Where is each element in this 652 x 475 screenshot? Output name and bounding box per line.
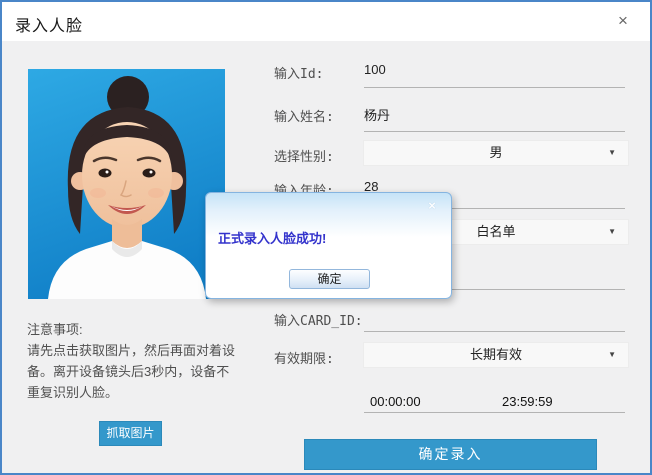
portrait-photo-image [28,69,225,299]
gender-select-value: 男 [489,145,502,160]
success-dialog: × 正式录入人脸成功! 确定 [205,192,452,299]
notes-line: 重复识别人脸。 [27,382,252,403]
time-underline [364,412,625,413]
list-type-select-value: 白名单 [476,224,515,239]
titlebar: 录入人脸 × [2,2,650,41]
validity-select-value: 长期有效 [470,347,522,362]
time-end-input[interactable]: 23:59:59 [502,394,553,409]
dialog-message: 正式录入人脸成功! [218,228,326,247]
id-input-underline [364,87,625,88]
confirm-enroll-button[interactable]: 确定录入 [304,439,597,470]
window-close-icon[interactable]: × [612,10,634,32]
card-id-label: 输入CARD_ID: [274,310,363,329]
notes-line: 备。离开设备镜头后3秒内，设备不 [27,361,252,382]
name-input-underline [364,131,625,132]
portrait-photo [28,69,225,299]
enroll-face-window: 录入人脸 × [0,0,652,475]
window-title: 录入人脸 [15,12,83,36]
gender-select[interactable]: 男 ▼ [363,140,629,166]
validity-select[interactable]: 长期有效 ▼ [363,342,629,368]
notes-title: 注意事项: [27,319,252,340]
dialog-close-icon[interactable]: × [424,198,440,214]
gender-label: 选择性别: [274,146,334,165]
dropdown-arrow-icon: ▼ [608,141,616,165]
capture-image-button[interactable]: 抓取图片 [99,421,162,446]
card-id-input-underline [364,331,625,332]
notes-line: 请先点击获取图片，然后再面对着设 [27,340,252,361]
dropdown-arrow-icon: ▼ [608,220,616,244]
validity-label: 有效期限: [274,348,334,367]
notes-block: 注意事项: 请先点击获取图片，然后再面对着设 备。离开设备镜头后3秒内，设备不 … [27,319,252,403]
dialog-ok-button[interactable]: 确定 [289,269,370,289]
name-input[interactable]: 杨丹 [364,105,625,124]
id-input[interactable]: 100 [364,62,625,77]
id-label: 输入Id: [274,63,323,82]
dropdown-arrow-icon: ▼ [608,343,616,367]
name-label: 输入姓名: [274,106,334,125]
time-start-input[interactable]: 00:00:00 [370,394,421,409]
